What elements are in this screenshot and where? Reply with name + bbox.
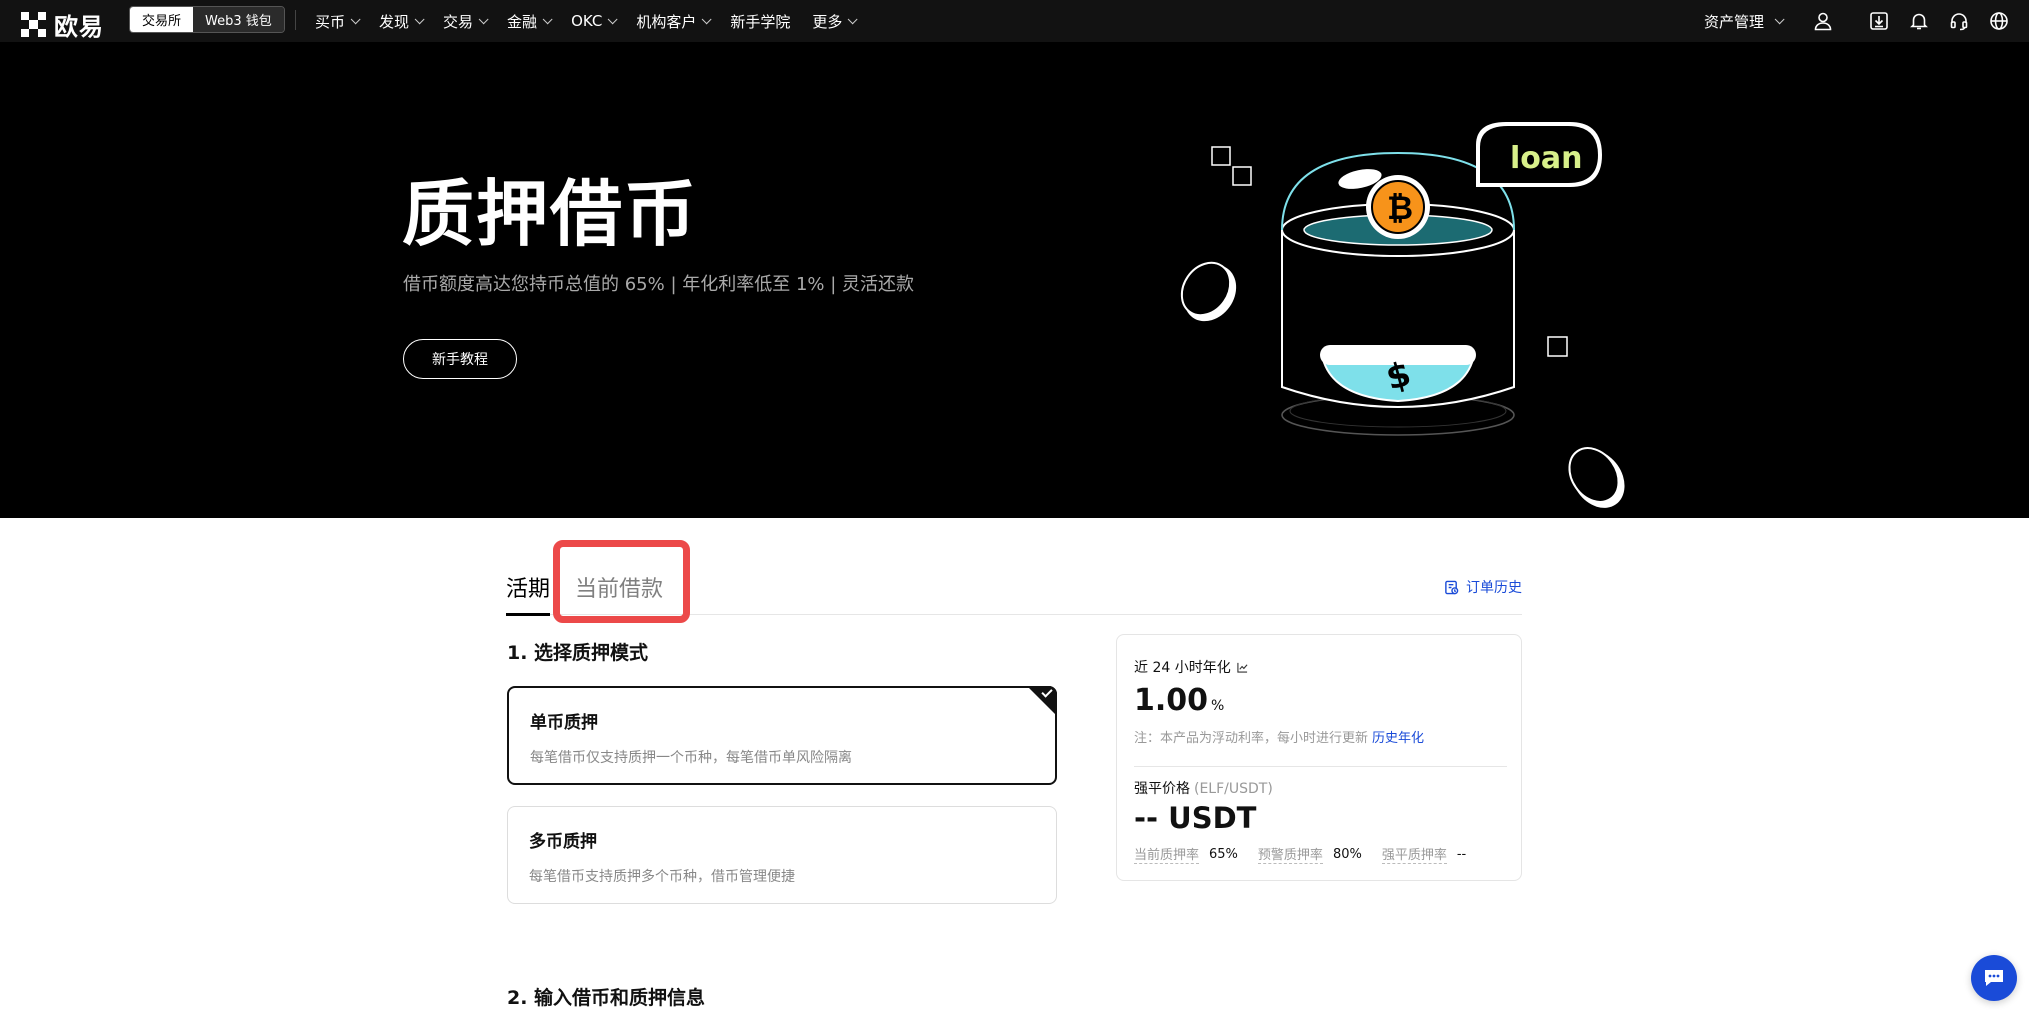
liq-label-text: 强平价格 bbox=[1134, 781, 1190, 797]
chevron-down-icon bbox=[350, 13, 361, 24]
square-shape bbox=[1547, 336, 1568, 357]
highlight-annotation bbox=[553, 540, 690, 623]
rate-note-text: 注：本产品为浮动利率，每小时进行更新 bbox=[1134, 731, 1369, 746]
mode-switch: 交易所 Web3 钱包 bbox=[129, 6, 285, 33]
nav-label: 发现 bbox=[379, 12, 410, 31]
chevron-down-icon bbox=[1774, 13, 1785, 24]
coin-icon bbox=[1180, 261, 1232, 317]
loan-illustration: $ ₿ loan bbox=[1180, 122, 1625, 508]
rate-number: 1.00 bbox=[1134, 683, 1209, 718]
rate-note: 注：本产品为浮动利率，每小时进行更新 历史年化 bbox=[1134, 727, 1424, 746]
liquidation-ltv: 强平质押率 -- bbox=[1381, 844, 1467, 864]
ratio-label: 当前质押率 bbox=[1134, 844, 1200, 864]
rate-label-text: 近 24 小时年化 bbox=[1134, 660, 1231, 676]
hero-subtitle: 借币额度高达您持币总值的 65% | 年化利率低至 1% | 灵活还款 bbox=[403, 274, 915, 295]
nav-item-discover[interactable]: 发现 bbox=[379, 11, 425, 32]
square-shape bbox=[1211, 146, 1231, 166]
chevron-down-icon bbox=[608, 13, 618, 24]
rate-history-link[interactable]: 历史年化 bbox=[1372, 731, 1424, 746]
chevron-down-icon bbox=[414, 13, 425, 24]
mode-title: 多币质押 bbox=[529, 832, 597, 852]
nav-label: OKC bbox=[571, 12, 603, 30]
multi-coin-collateral-option[interactable]: 多币质押 每笔借币支持质押多个币种，借币管理便捷 bbox=[507, 806, 1057, 904]
chevron-down-icon bbox=[542, 13, 553, 24]
liquidation-price-label: 强平价格 (ELF/USDT) bbox=[1134, 778, 1273, 798]
web3-wallet-toggle[interactable]: Web3 钱包 bbox=[193, 7, 284, 32]
main-menu: 买币 发现 交易 金融 OKC 机构客户 新手学院 更多 bbox=[315, 0, 876, 42]
hero-banner: 质押借币 借币额度高达您持币总值的 65% | 年化利率低至 1% | 灵活还款… bbox=[0, 42, 2029, 518]
top-navbar: 欧易 交易所 Web3 钱包 买币 发现 交易 金融 OKC 机构客户 新手学院… bbox=[0, 0, 2029, 42]
nav-label: 机构客户 bbox=[636, 12, 697, 31]
current-ltv: 当前质押率 65% bbox=[1134, 844, 1238, 864]
download-icon[interactable] bbox=[1859, 0, 1899, 42]
nav-item-academy[interactable]: 新手学院 bbox=[730, 11, 790, 32]
page-title: 质押借币 bbox=[402, 172, 699, 256]
nav-item-institutional[interactable]: 机构客户 bbox=[636, 11, 712, 32]
headset-icon[interactable] bbox=[1939, 0, 1979, 42]
ratio-value: -- bbox=[1456, 846, 1467, 862]
ratio-label: 预警质押率 bbox=[1257, 844, 1323, 864]
asset-management-menu[interactable]: 资产管理 bbox=[1703, 11, 1785, 32]
rate-info-panel: 近 24 小时年化 1.00% 注：本产品为浮动利率，每小时进行更新 历史年化 强… bbox=[1116, 634, 1522, 881]
bitcoin-icon: ₿ bbox=[1387, 189, 1413, 227]
mode-description: 每笔借币仅支持质押一个币种，每笔借币单风险隔离 bbox=[530, 750, 852, 766]
order-history-label: 订单历史 bbox=[1466, 580, 1522, 596]
section-title-mode: 1. 选择质押模式 bbox=[507, 642, 649, 664]
nav-item-more[interactable]: 更多 bbox=[812, 11, 858, 32]
nav-label: 买币 bbox=[315, 12, 346, 31]
section-title-borrow: 2. 输入借币和质押信息 bbox=[507, 987, 706, 1009]
nav-right-group: 资产管理 bbox=[1704, 0, 2029, 42]
user-icon[interactable] bbox=[1803, 0, 1843, 42]
nav-item-finance[interactable]: 金融 bbox=[507, 11, 553, 32]
nav-label: 金融 bbox=[507, 12, 538, 31]
asset-management-label: 资产管理 bbox=[1703, 12, 1764, 31]
liq-pair: (ELF/USDT) bbox=[1194, 781, 1273, 797]
exchange-toggle[interactable]: 交易所 bbox=[130, 7, 194, 32]
loan-label: loan bbox=[1510, 141, 1583, 176]
mode-description: 每笔借币支持质押多个币种，借币管理便捷 bbox=[529, 869, 795, 885]
chat-support-button[interactable] bbox=[1971, 955, 2017, 1001]
globe-icon[interactable] bbox=[1979, 0, 2019, 42]
chevron-down-icon bbox=[478, 13, 489, 24]
nav-label: 交易 bbox=[443, 12, 474, 31]
nav-divider bbox=[295, 10, 296, 30]
nav-label: 新手学院 bbox=[730, 12, 791, 31]
collateral-ratios: 当前质押率 65% 预警质押率 80% 强平质押率 -- bbox=[1134, 844, 1486, 864]
chat-icon bbox=[1985, 970, 2003, 986]
annual-rate-value: 1.00% bbox=[1134, 683, 1224, 718]
liquidation-price-value: -- USDT bbox=[1134, 801, 1257, 835]
bell-icon[interactable] bbox=[1899, 0, 1939, 42]
warning-ltv: 预警质押率 80% bbox=[1257, 844, 1362, 864]
ratio-value: 80% bbox=[1332, 846, 1362, 862]
rate-unit: % bbox=[1211, 698, 1225, 714]
chevron-down-icon bbox=[702, 13, 712, 24]
nav-label: 更多 bbox=[812, 12, 843, 31]
rate-label: 近 24 小时年化 bbox=[1134, 657, 1248, 677]
chart-icon[interactable] bbox=[1237, 662, 1248, 673]
ratio-value: 65% bbox=[1209, 846, 1238, 862]
okx-logo-icon bbox=[21, 12, 46, 37]
panel-divider bbox=[1134, 766, 1507, 767]
square-shape bbox=[1232, 166, 1252, 186]
order-history-link[interactable]: 订单历史 bbox=[1444, 577, 1522, 597]
nav-item-buy-crypto[interactable]: 买币 bbox=[315, 11, 361, 32]
tab-flexible[interactable]: 活期 bbox=[506, 571, 551, 616]
tutorial-button[interactable]: 新手教程 bbox=[403, 339, 517, 379]
nav-item-okc[interactable]: OKC bbox=[571, 12, 618, 30]
single-coin-collateral-option[interactable]: 单币质押 每笔借币仅支持质押一个币种，每笔借币单风险隔离 bbox=[507, 686, 1057, 785]
mode-title: 单币质押 bbox=[530, 713, 598, 733]
brand-name: 欧易 bbox=[54, 13, 104, 41]
brand-logo[interactable]: 欧易 bbox=[21, 7, 104, 42]
chevron-down-icon bbox=[848, 13, 858, 24]
nav-item-trade[interactable]: 交易 bbox=[443, 11, 489, 32]
selected-check-icon bbox=[1027, 686, 1057, 716]
ratio-label: 强平质押率 bbox=[1381, 844, 1447, 864]
document-icon bbox=[1445, 580, 1459, 594]
